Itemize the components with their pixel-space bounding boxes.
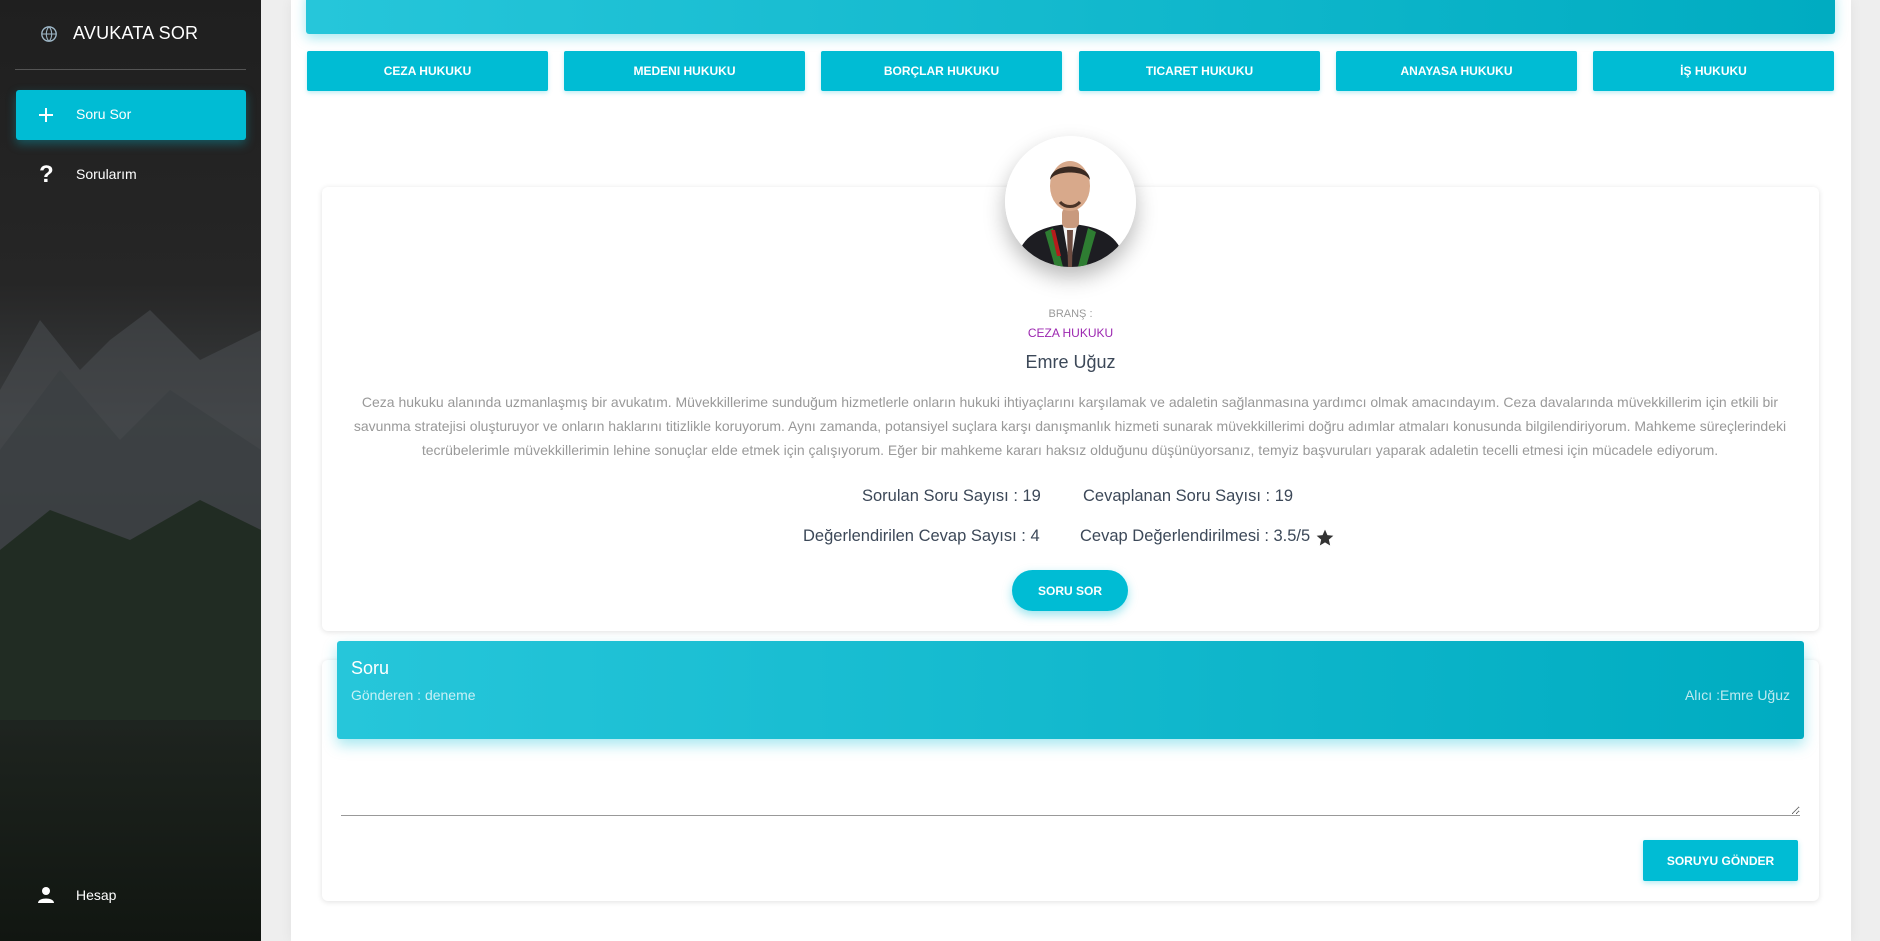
question-recipient: Alıcı :Emre Uğuz [1684,687,1790,703]
question-icon: ? [39,161,54,188]
category-button-ceza[interactable]: CEZA HUKUKU [307,51,548,91]
question-textarea[interactable] [341,752,1800,816]
category-button-ticaret[interactable]: TICARET HUKUKU [1079,51,1320,91]
sidebar-brand[interactable]: AVUKATA SOR [0,0,261,70]
category-button-anayasa[interactable]: ANAYASA HUKUKU [1336,51,1577,91]
sidebar-item-label: Soru Sor [76,106,132,122]
globe-logo-icon [41,26,57,42]
sidebar-item-account[interactable]: Hesap [16,870,246,920]
category-button-is[interactable]: İŞ HUKUKU [1593,51,1834,91]
lawyer-photo [1005,136,1136,267]
sidebar-item-soru-sor[interactable]: Soru Sor [16,90,246,140]
question-title: Soru [351,658,390,678]
brand-title: AVUKATA SOR [73,23,199,43]
person-icon [38,887,54,903]
page-header-banner [306,0,1835,34]
question-sender: Gönderen : deneme [351,687,476,703]
account-label: Hesap [76,887,117,903]
lawyer-avatar [1005,136,1136,267]
rated-count: Değerlendirilen Cevap Sayısı : 4 [803,527,1040,545]
category-button-medeni[interactable]: MEDENI HUKUKU [564,51,805,91]
sidebar-item-label: Sorularım [76,166,137,182]
sidebar-item-sorularim[interactable]: ? Sorularım [16,150,246,200]
sidebar: AVUKATA SOR Soru Sor ? Sorularım Hesap [0,0,261,941]
rating-value: Cevap Değerlendirilmesi : 3.5/5 [1080,527,1311,545]
star-icon [1316,529,1334,546]
branch-value: CEZA HUKUKU [1027,326,1114,340]
category-button-borclar[interactable]: BORÇLAR HUKUKU [821,51,1062,91]
sidebar-background-mountains [0,310,261,720]
plus-icon [39,108,53,122]
answered-count: Cevaplanan Soru Sayısı : 19 [1083,487,1294,505]
brand-divider [15,69,246,70]
lawyer-name: Emre Uğuz [1025,352,1116,372]
question-header: Soru Gönderen : deneme Alıcı :Emre Uğuz [337,641,1804,739]
ask-question-button[interactable]: SORU SOR [1012,570,1128,611]
lawyer-bio: Ceza hukuku alanında uzmanlaşmış bir avu… [353,394,1787,458]
asked-count: Sorulan Soru Sayısı : 19 [862,487,1041,505]
send-question-button[interactable]: SORUYU GÖNDER [1643,840,1798,881]
branch-label: BRANŞ : [1048,308,1093,320]
